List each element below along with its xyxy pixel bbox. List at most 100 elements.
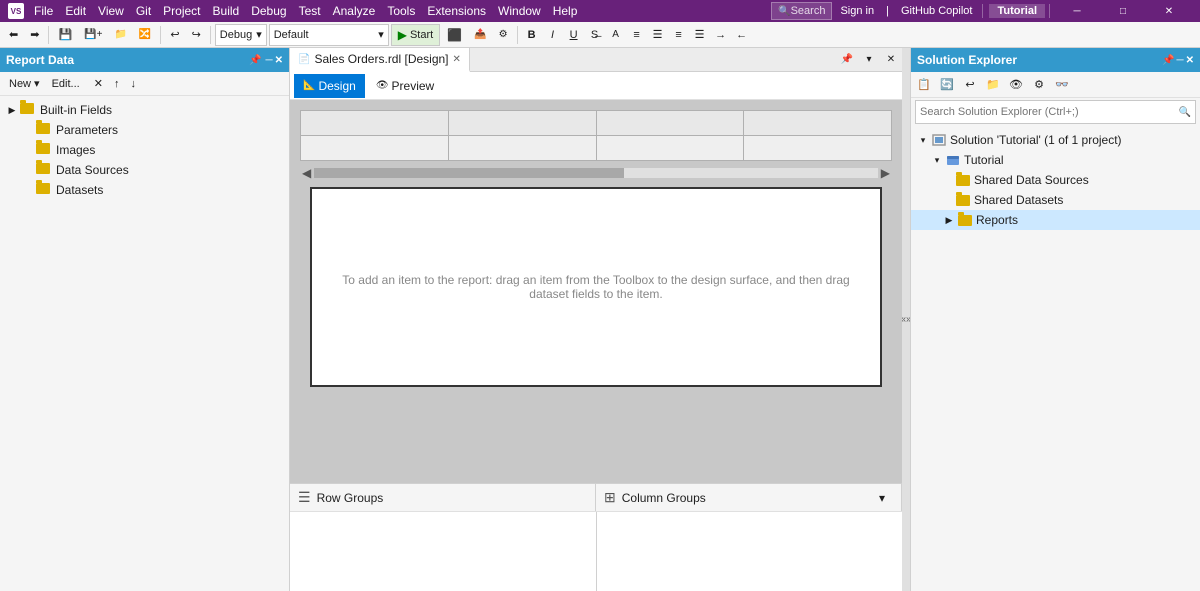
solution-search-input[interactable] (920, 106, 1175, 118)
tab-sales-orders[interactable]: 📄 Sales Orders.rdl [Design] ✕ (290, 48, 470, 72)
tab-action-close[interactable]: ✕ (880, 49, 902, 71)
underline-button[interactable]: U (564, 25, 584, 45)
sol-toggle-reports[interactable]: ▶ (941, 215, 957, 226)
tree-item-datasets[interactable]: Datasets (0, 180, 289, 200)
forward-button[interactable]: ➡ (25, 24, 44, 46)
tutorial-label[interactable]: Tutorial (989, 4, 1045, 18)
sol-refresh-btn[interactable]: 🔄 (936, 74, 958, 96)
toggle-built-in[interactable]: ▶ (4, 102, 20, 118)
debug-dropdown[interactable]: Debug ▾ (215, 24, 267, 46)
left-collapse-handle[interactable]: «» (902, 48, 910, 591)
menu-extensions[interactable]: Extensions (421, 0, 492, 22)
scroll-right-btn[interactable]: ▶ (879, 166, 892, 180)
sol-item-reports[interactable]: ▶ Reports (911, 210, 1200, 230)
git-button[interactable]: 🔀 (134, 24, 156, 46)
sol-item-tutorial[interactable]: ▾ Tutorial (911, 150, 1200, 170)
menu-git[interactable]: Git (130, 0, 157, 22)
menu-tools[interactable]: Tools (381, 0, 421, 22)
canvas-scroll[interactable]: ◀ ▶ To add an item to the report: drag a… (290, 100, 902, 483)
tree-item-built-in-fields[interactable]: ▶ Built-in Fields (0, 100, 289, 120)
toggle-parameters (20, 122, 36, 138)
menu-file[interactable]: File (28, 0, 59, 22)
align-right-button[interactable]: ≡ (669, 25, 689, 45)
sol-undo-btn[interactable]: ↩ (959, 74, 981, 96)
align-left-button[interactable]: ≡ (627, 25, 647, 45)
sol-new-folder-btn[interactable]: 📁 (982, 74, 1004, 96)
run-button[interactable]: ▶ Start (391, 24, 440, 46)
indent-button[interactable]: → (711, 25, 731, 45)
new-dropdown[interactable]: New ▾ (4, 74, 45, 94)
sol-solution-label: Solution 'Tutorial' (1 of 1 project) (950, 133, 1122, 147)
config-dropdown[interactable]: Default ▾ (269, 24, 389, 46)
stop-button[interactable]: ⬛ (442, 24, 467, 46)
sol-settings-btn[interactable]: ⚙ (1028, 74, 1050, 96)
sol-toggle-solution[interactable]: ▾ (915, 135, 931, 146)
sol-item-solution[interactable]: ▾ Solution 'Tutorial' (1 of 1 project) (911, 130, 1200, 150)
sol-properties-btn[interactable]: 📋 (913, 74, 935, 96)
minimize-button[interactable]: ─ (1054, 0, 1100, 22)
sol-preview-btn[interactable]: 👓 (1051, 74, 1073, 96)
tree-item-images[interactable]: Images (0, 140, 289, 160)
solution-search-box[interactable]: 🔍 (915, 100, 1196, 124)
global-search[interactable]: 🔍 Search (771, 2, 832, 20)
sol-collapse-btn[interactable]: ─ (1177, 55, 1184, 66)
sol-show-all-btn[interactable]: 👁 (1005, 74, 1027, 96)
groups-collapse-btn[interactable]: ▾ (871, 491, 893, 505)
restore-button[interactable]: □ (1100, 0, 1146, 22)
tree-item-data-sources[interactable]: Data Sources (0, 160, 289, 180)
collapse-panel-btn[interactable]: ─ (266, 55, 273, 66)
menu-analyze[interactable]: Analyze (327, 0, 382, 22)
copilot-text[interactable]: GitHub Copilot (897, 5, 977, 17)
menu-edit[interactable]: Edit (59, 0, 92, 22)
italic-button[interactable]: I (543, 25, 563, 45)
report-data-title: Report Data (6, 53, 249, 67)
align-justify-button[interactable]: ☰ (690, 25, 710, 45)
tree-down-btn[interactable]: ↓ (125, 74, 141, 94)
header-cell-4 (744, 111, 891, 135)
solution-search-btn[interactable]: 🔍 (1179, 107, 1191, 118)
row-groups-icon: ☰ (298, 489, 311, 506)
design-icon: 📐 (303, 80, 315, 91)
bold-button[interactable]: B (522, 25, 542, 45)
tree-up-btn[interactable]: ↑ (109, 74, 125, 94)
save-all-button[interactable]: 💾+ (79, 24, 107, 46)
sol-pin-icon[interactable]: 📌 (1162, 55, 1174, 66)
scroll-left-btn[interactable]: ◀ (300, 166, 313, 180)
sol-toggle-tutorial[interactable]: ▾ (929, 155, 945, 166)
redo-button[interactable]: ↪ (187, 24, 206, 46)
sol-item-shared-datasets[interactable]: Shared Datasets (911, 190, 1200, 210)
horizontal-scrollbar[interactable] (313, 167, 879, 179)
tab-action-menu[interactable]: ▾ (858, 49, 880, 71)
back-button[interactable]: ⬅ (4, 24, 23, 46)
menu-help[interactable]: Help (547, 0, 584, 22)
menu-debug[interactable]: Debug (245, 0, 292, 22)
undo-button[interactable]: ↩ (165, 24, 184, 46)
edit-button[interactable]: Edit... (47, 74, 85, 94)
menu-project[interactable]: Project (157, 0, 206, 22)
preview-button[interactable]: 👁 Preview (367, 74, 443, 98)
solution-explorer-button[interactable]: 📁 (109, 24, 131, 46)
menu-view[interactable]: View (92, 0, 130, 22)
menu-window[interactable]: Window (492, 0, 547, 22)
menu-build[interactable]: Build (207, 0, 246, 22)
close-button[interactable]: ✕ (1146, 0, 1192, 22)
save-button[interactable]: 💾 (53, 24, 77, 46)
sol-item-shared-data-sources[interactable]: Shared Data Sources (911, 170, 1200, 190)
tree-delete-btn[interactable]: ✕ (89, 74, 108, 94)
font-color-button[interactable]: A (606, 25, 626, 45)
sign-in-label[interactable]: Sign in (836, 5, 878, 17)
options-button[interactable]: ⚙ (494, 24, 513, 46)
tree-item-parameters[interactable]: Parameters (0, 120, 289, 140)
close-panel-btn[interactable]: ✕ (275, 55, 283, 66)
strikethrough-button[interactable]: S̶ (585, 25, 605, 45)
report-canvas[interactable]: To add an item to the report: drag an it… (310, 187, 882, 387)
pin-icon[interactable]: 📌 (249, 55, 261, 66)
tab-close-btn[interactable]: ✕ (453, 54, 461, 65)
tab-action-pin[interactable]: 📌 (836, 49, 858, 71)
align-center-button[interactable]: ☰ (648, 25, 668, 45)
deploy-button[interactable]: 📤 (469, 24, 491, 46)
menu-test[interactable]: Test (293, 0, 327, 22)
sol-close-btn[interactable]: ✕ (1186, 55, 1194, 66)
design-button[interactable]: 📐 Design (294, 74, 365, 98)
outdent-button[interactable]: ← (732, 25, 752, 45)
